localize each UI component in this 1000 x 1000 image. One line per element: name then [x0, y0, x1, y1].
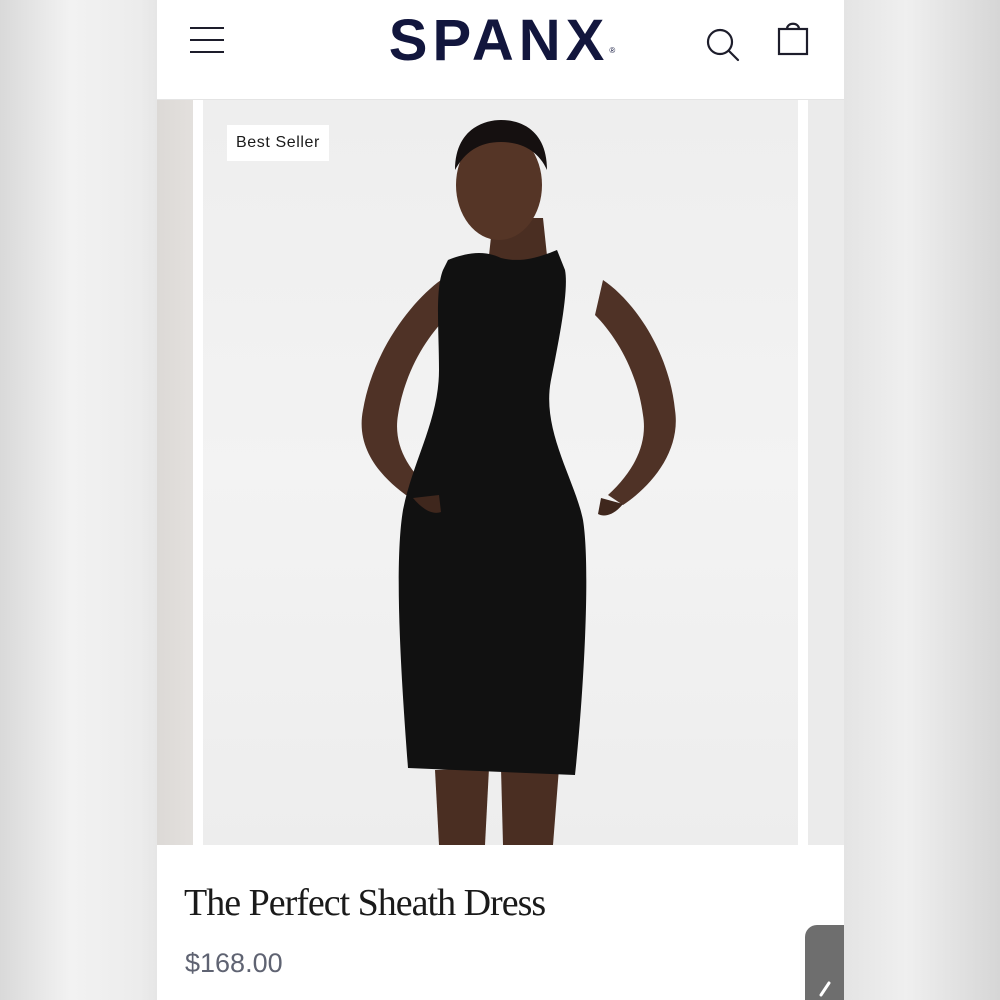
site-header: SPANX® — [157, 0, 844, 100]
shopping-bag-icon[interactable] — [775, 20, 811, 58]
product-image[interactable]: Best Seller — [203, 100, 798, 845]
brand-logo[interactable]: SPANX® — [367, 8, 637, 74]
brand-logo-text: SPANX — [388, 8, 610, 73]
best-seller-badge: Best Seller — [227, 125, 329, 161]
registered-mark: ® — [609, 46, 616, 55]
chat-icon[interactable] — [805, 925, 844, 1000]
product-title[interactable]: The Perfect Sheath Dress — [184, 881, 546, 925]
product-info: The Perfect Sheath Dress $168.00 — [157, 845, 844, 1000]
right-backdrop — [844, 0, 1000, 1000]
product-price: $168.00 — [185, 948, 283, 978]
hamburger-menu-icon[interactable] — [190, 26, 224, 54]
next-slide-peek[interactable] — [808, 100, 844, 845]
product-image-carousel[interactable]: Best Seller — [157, 100, 844, 845]
previous-slide-peek[interactable] — [157, 100, 193, 845]
model-photo — [361, 120, 676, 845]
search-icon[interactable] — [703, 25, 743, 65]
mobile-screen: SPANX® Best Seller The Perfect Sheath Dr… — [157, 0, 844, 1000]
